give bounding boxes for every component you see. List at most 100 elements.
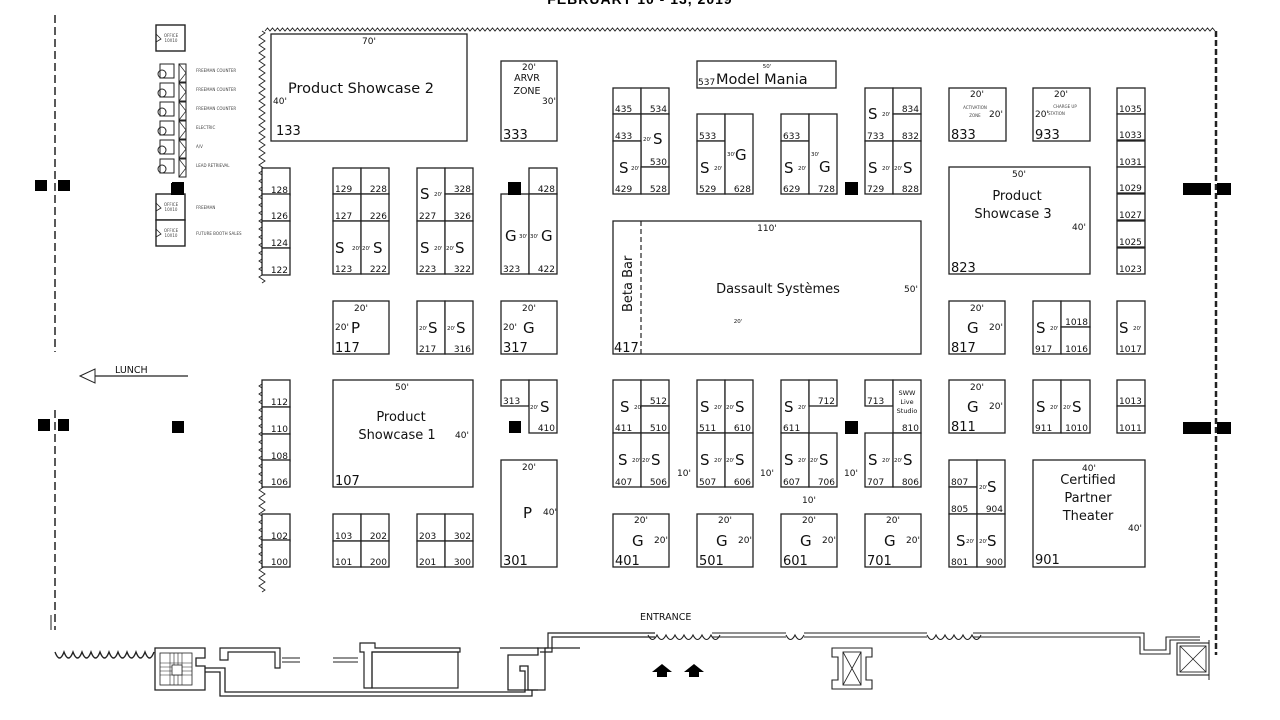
booth-422[interactable]: 422 G30'	[528, 193, 558, 275]
booth-227[interactable]: 227S 20'	[416, 167, 446, 222]
booth-701[interactable]: 701 G 20' 20'	[864, 513, 922, 569]
booth-107-product-showcase-1[interactable]: 50' Product Showcase 1 40' 107	[332, 379, 474, 489]
booth-512[interactable]: 512	[640, 379, 670, 407]
booth-300[interactable]: 300	[444, 540, 474, 568]
booth-112[interactable]: 112	[261, 379, 291, 408]
booth-828[interactable]: 828 S20'	[892, 140, 922, 195]
booth-607[interactable]: 607 S 20'	[780, 432, 810, 488]
booth-122[interactable]: 122	[261, 247, 291, 276]
booth-810[interactable]: 810SWWLiveStudio	[892, 379, 922, 434]
booth-601[interactable]: 601 G 20' 20'	[780, 513, 838, 569]
booth-103[interactable]: 103	[332, 513, 362, 542]
booth-507[interactable]: 507 S 20'	[696, 432, 726, 488]
booth-501[interactable]: 501 G 20' 20'	[696, 513, 754, 569]
booth-129[interactable]: 129	[332, 167, 362, 195]
booth-511[interactable]: 511S 20'	[696, 379, 726, 434]
booth-433[interactable]: 433	[612, 113, 642, 142]
booth-316[interactable]: 316 S20'	[444, 300, 474, 355]
booth-410[interactable]: 410 S20'	[528, 379, 558, 434]
booth-1017[interactable]: 1017 S 20'	[1116, 300, 1146, 355]
booth-1016[interactable]: 1016	[1060, 326, 1091, 355]
booth-733[interactable]: 733S 20'	[864, 87, 894, 142]
booth-102[interactable]: 102	[261, 513, 291, 542]
booth-537-model-mania[interactable]: 50' 537 Model Mania	[696, 60, 837, 89]
booth-302[interactable]: 302	[444, 513, 474, 542]
booth-127[interactable]: 127	[332, 193, 362, 222]
booth-529[interactable]: 529 S 20'	[696, 140, 726, 195]
booth-333-arvr-zone[interactable]: 20'ARVR ZONE30' 333	[500, 60, 558, 143]
booth-823-product-showcase-3[interactable]: 50' Product Showcase 3 40' 823	[948, 166, 1091, 276]
booth-817[interactable]: 817 G 20' 20'	[948, 300, 1006, 356]
booth-326[interactable]: 326	[444, 193, 474, 222]
booth-401[interactable]: 401 G 20' 20'	[612, 513, 670, 569]
booth-832[interactable]: 832	[892, 113, 922, 142]
booth-533[interactable]: 533	[696, 113, 726, 142]
booth-933-charge-up-station[interactable]: 20'CHARGE UPSTATION20'933	[1032, 87, 1091, 143]
booth-313[interactable]: 313	[500, 379, 530, 407]
booth-428[interactable]: 428	[528, 167, 558, 195]
booth-217[interactable]: 217 S20'	[416, 300, 446, 355]
booth-110[interactable]: 110	[261, 406, 291, 435]
booth-510[interactable]: 510	[640, 405, 670, 434]
booth-713[interactable]: 713	[864, 379, 894, 407]
booth-1031[interactable]: 1031	[1116, 140, 1146, 168]
booth-706[interactable]: 706 S20'	[808, 432, 838, 488]
booth-1025[interactable]: 1025	[1116, 220, 1146, 248]
booth-917[interactable]: 917 S 20'	[1032, 300, 1062, 355]
booth-1033[interactable]: 1033	[1116, 113, 1146, 141]
booth-1023[interactable]: 1023	[1116, 247, 1146, 275]
booth-1027[interactable]: 1027	[1116, 193, 1146, 221]
booth-435[interactable]: 435	[612, 87, 642, 115]
booth-417-dassault-systemes[interactable]: 110' Dassault Systèmes 50' 20' Beta Bar 417	[612, 220, 922, 356]
booth-223[interactable]: 223 S 20'	[416, 220, 446, 275]
booth-911[interactable]: 911 S 20'	[1032, 379, 1062, 434]
booth-628[interactable]: 628 G30'	[724, 113, 754, 195]
booth-728[interactable]: 728 G30'	[808, 113, 838, 195]
booth-801[interactable]: 801 S 20'	[948, 513, 978, 568]
booth-901-certified-partner-theater[interactable]: 40'CertifiedPartnerTheater40'901	[1032, 459, 1146, 568]
booth-506[interactable]: 506 S20'	[640, 432, 670, 488]
booth-611[interactable]: 611S 20'	[780, 379, 810, 434]
booth-1029[interactable]: 1029	[1116, 166, 1146, 194]
booth-108[interactable]: 108	[261, 433, 291, 462]
booth-806[interactable]: 806 S20'	[892, 432, 922, 488]
booth-106[interactable]: 106	[261, 459, 291, 488]
booth-1010[interactable]: 1010 S20'	[1060, 379, 1091, 434]
booth-202[interactable]: 202	[360, 513, 390, 542]
booth-322[interactable]: 322 S20'	[444, 220, 474, 275]
booth-317[interactable]: 317 G 20' 20'	[500, 300, 558, 356]
booth-226[interactable]: 226	[360, 193, 390, 222]
booth-610[interactable]: 610S20'	[724, 379, 754, 434]
booth-222[interactable]: 222 S20'	[360, 220, 390, 275]
booth-606[interactable]: 606 S20'	[724, 432, 754, 488]
booth-1011[interactable]: 1011	[1116, 405, 1146, 434]
booth-900[interactable]: 900 S20'	[976, 513, 1006, 568]
booth-411[interactable]: 411S 20'	[612, 379, 643, 434]
booth-534[interactable]: 534	[640, 87, 670, 115]
booth-729[interactable]: 729 S 20'	[864, 140, 894, 195]
booth-904[interactable]: 904S20'	[976, 459, 1006, 515]
booth-805[interactable]: 805	[948, 486, 978, 515]
booth-407[interactable]: 407 S 20'	[612, 432, 642, 488]
booth-200[interactable]: 200	[360, 540, 390, 568]
booth-707[interactable]: 707 S 20'	[864, 432, 894, 488]
booth-101[interactable]: 101	[332, 540, 362, 568]
booth-100[interactable]: 100	[261, 539, 291, 568]
booth-1035[interactable]: 1035	[1116, 87, 1146, 115]
booth-811[interactable]: 811 G 20' 20'	[948, 379, 1006, 435]
booth-429[interactable]: 429 S 20'	[612, 140, 642, 195]
booth-228[interactable]: 228	[360, 167, 390, 195]
booth-807[interactable]: 807	[948, 459, 978, 488]
booth-203[interactable]: 203	[416, 513, 446, 542]
booth-117[interactable]: 117P20'20'	[332, 300, 390, 356]
booth-1018[interactable]: 1018	[1060, 300, 1091, 328]
booth-328[interactable]: 328	[444, 167, 474, 195]
booth-833-activation-zone[interactable]: 20'ACTIVATIONZONE 20'833	[948, 87, 1007, 143]
booth-1013[interactable]: 1013	[1116, 379, 1146, 407]
booth-629[interactable]: 629 S 20'	[780, 140, 810, 195]
booth-126[interactable]: 126	[261, 193, 291, 222]
booth-123[interactable]: 123 S 20'	[332, 220, 362, 275]
booth-633[interactable]: 633	[780, 113, 810, 142]
booth-128[interactable]: 128	[261, 167, 291, 196]
booth-834[interactable]: 834	[892, 87, 922, 115]
